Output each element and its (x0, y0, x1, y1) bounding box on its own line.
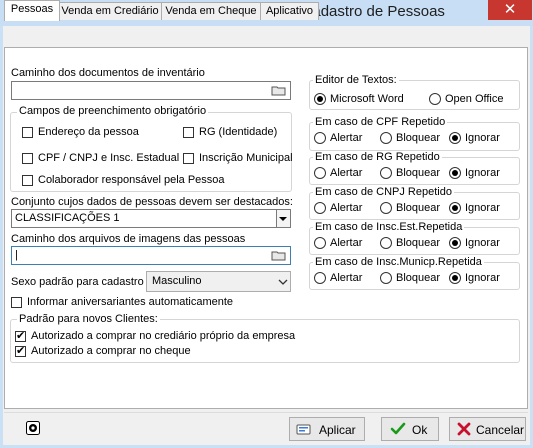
cancel-label: Cancelar (476, 423, 525, 437)
insc-mun-alertar-label: Alertar (330, 272, 363, 284)
cnpj-bloquear-label: Bloquear (396, 202, 441, 214)
tab-venda-cheque[interactable]: Venda em Cheque (161, 2, 261, 20)
cancel-button[interactable]: Cancelar (449, 417, 526, 441)
doc-path-label: Caminho dos documentos de inventário (11, 67, 205, 79)
birthday-label: Informar aniversariantes automaticamente (27, 296, 234, 308)
editor-openoffice-radio[interactable] (429, 93, 441, 105)
cpf-alertar-radio[interactable] (314, 132, 326, 144)
sex-default-value: Masculino (152, 275, 202, 287)
rg-ignorar-label: Ignorar (465, 167, 500, 179)
cpf-bloquear-label: Bloquear (396, 132, 441, 144)
cnpj-dup-title: Em caso de CNPJ Repetido (313, 186, 454, 198)
dropdown-arrow-icon[interactable] (276, 210, 290, 227)
required-fields-title: Campos de preenchimento obrigatório (17, 105, 209, 117)
insc-municipal-label: Inscrição Municipal (199, 152, 293, 164)
insc-est-ignorar-label: Ignorar (465, 237, 500, 249)
colaborador-label: Colaborador responsável pela Pessoa (38, 174, 225, 186)
cpf-dup-title: Em caso de CPF Repetido (313, 116, 448, 128)
editor-openoffice-label: Open Office (445, 93, 504, 105)
image-path-value: | (15, 249, 18, 261)
rg-label: RG (Identidade) (199, 126, 278, 138)
cnpj-bloquear-radio[interactable] (380, 202, 392, 214)
close-button[interactable]: ✕ (488, 0, 532, 20)
apply-button[interactable]: Aplicar (289, 417, 365, 441)
footer-separator (4, 412, 528, 413)
cancel-x-icon (457, 422, 471, 436)
tab-venda-crediario[interactable]: Venda em Crediário (58, 2, 162, 20)
highlight-set-label: Conjunto cujos dados de pessoas devem se… (11, 196, 293, 208)
editor-word-radio[interactable] (314, 93, 326, 105)
cnpj-alertar-radio[interactable] (314, 202, 326, 214)
insc-est-alertar-radio[interactable] (314, 237, 326, 249)
cpf-bloquear-radio[interactable] (380, 132, 392, 144)
rg-bloquear-radio[interactable] (380, 167, 392, 179)
cpf-cnpj-checkbox[interactable] (22, 153, 33, 164)
cnpj-alertar-label: Alertar (330, 202, 363, 214)
highlight-set-value: CLASSIFICAÇÕES 1 (15, 212, 120, 224)
insc-mun-alertar-radio[interactable] (314, 272, 326, 284)
insc-est-alertar-label: Alertar (330, 237, 363, 249)
image-path-label: Caminho dos arquivos de imagens das pess… (11, 233, 246, 245)
rg-ignorar-radio[interactable] (449, 167, 461, 179)
insc-mun-dup-title: Em caso de Insc.Municp.Repetida (313, 256, 484, 268)
checkmark-icon (390, 422, 406, 435)
ok-label: Ok (412, 423, 428, 437)
editor-title: Editor de Textos: (313, 74, 399, 86)
new-clients-defaults-title: Padrão para novos Clientes: (17, 313, 160, 325)
cnpj-ignorar-label: Ignorar (465, 202, 500, 214)
sex-default-select[interactable]: Masculino (146, 271, 291, 292)
cnpj-ignorar-radio[interactable] (449, 202, 461, 214)
credit-authorized-label: Autorizado a comprar no crediário própri… (31, 330, 296, 342)
doc-path-input[interactable] (11, 81, 291, 100)
folder-icon[interactable] (271, 85, 287, 96)
rg-checkbox[interactable] (183, 127, 194, 138)
cpf-ignorar-radio[interactable] (449, 132, 461, 144)
insc-est-bloquear-radio[interactable] (380, 237, 392, 249)
endereco-checkbox[interactable] (22, 127, 33, 138)
image-path-input[interactable]: | (11, 246, 291, 265)
rg-alertar-radio[interactable] (314, 167, 326, 179)
cheque-authorized-checkbox[interactable] (15, 344, 26, 358)
rg-bloquear-label: Bloquear (396, 167, 441, 179)
cheque-authorized-label: Autorizado a comprar no cheque (31, 345, 191, 357)
sex-default-label: Sexo padrão para cadastro (11, 276, 144, 288)
insc-est-ignorar-radio[interactable] (449, 237, 461, 249)
apply-label: Aplicar (319, 423, 356, 437)
cpf-cnpj-label: CPF / CNPJ e Insc. Estadual (38, 152, 180, 164)
insc-mun-bloquear-radio[interactable] (380, 272, 392, 284)
insc-est-dup-title: Em caso de Insc.Est.Repetida (313, 221, 465, 233)
insc-mun-bloquear-label: Bloquear (396, 272, 441, 284)
highlight-set-select[interactable]: CLASSIFICAÇÕES 1 (11, 209, 291, 228)
help-icon[interactable] (26, 421, 40, 435)
tab-pessoas[interactable]: Pessoas (4, 0, 60, 21)
folder-icon[interactable] (271, 250, 287, 261)
rg-alertar-label: Alertar (330, 167, 363, 179)
cpf-alertar-label: Alertar (330, 132, 363, 144)
ok-button[interactable]: Ok (381, 417, 439, 441)
tab-aplicativo[interactable]: Aplicativo (260, 2, 319, 20)
colaborador-checkbox[interactable] (22, 175, 33, 186)
birthday-checkbox[interactable] (11, 297, 22, 308)
cpf-ignorar-label: Ignorar (465, 132, 500, 144)
apply-icon (296, 424, 311, 435)
chevron-down-icon (276, 272, 290, 291)
insc-mun-ignorar-radio[interactable] (449, 272, 461, 284)
insc-mun-ignorar-label: Ignorar (465, 272, 500, 284)
insc-est-bloquear-label: Bloquear (396, 237, 441, 249)
editor-word-label: Microsoft Word (330, 93, 404, 105)
credit-authorized-checkbox[interactable] (15, 329, 26, 343)
insc-municipal-checkbox[interactable] (183, 153, 194, 164)
endereco-label: Endereço da pessoa (38, 126, 139, 138)
rg-dup-title: Em caso de RG Repetido (313, 151, 442, 163)
